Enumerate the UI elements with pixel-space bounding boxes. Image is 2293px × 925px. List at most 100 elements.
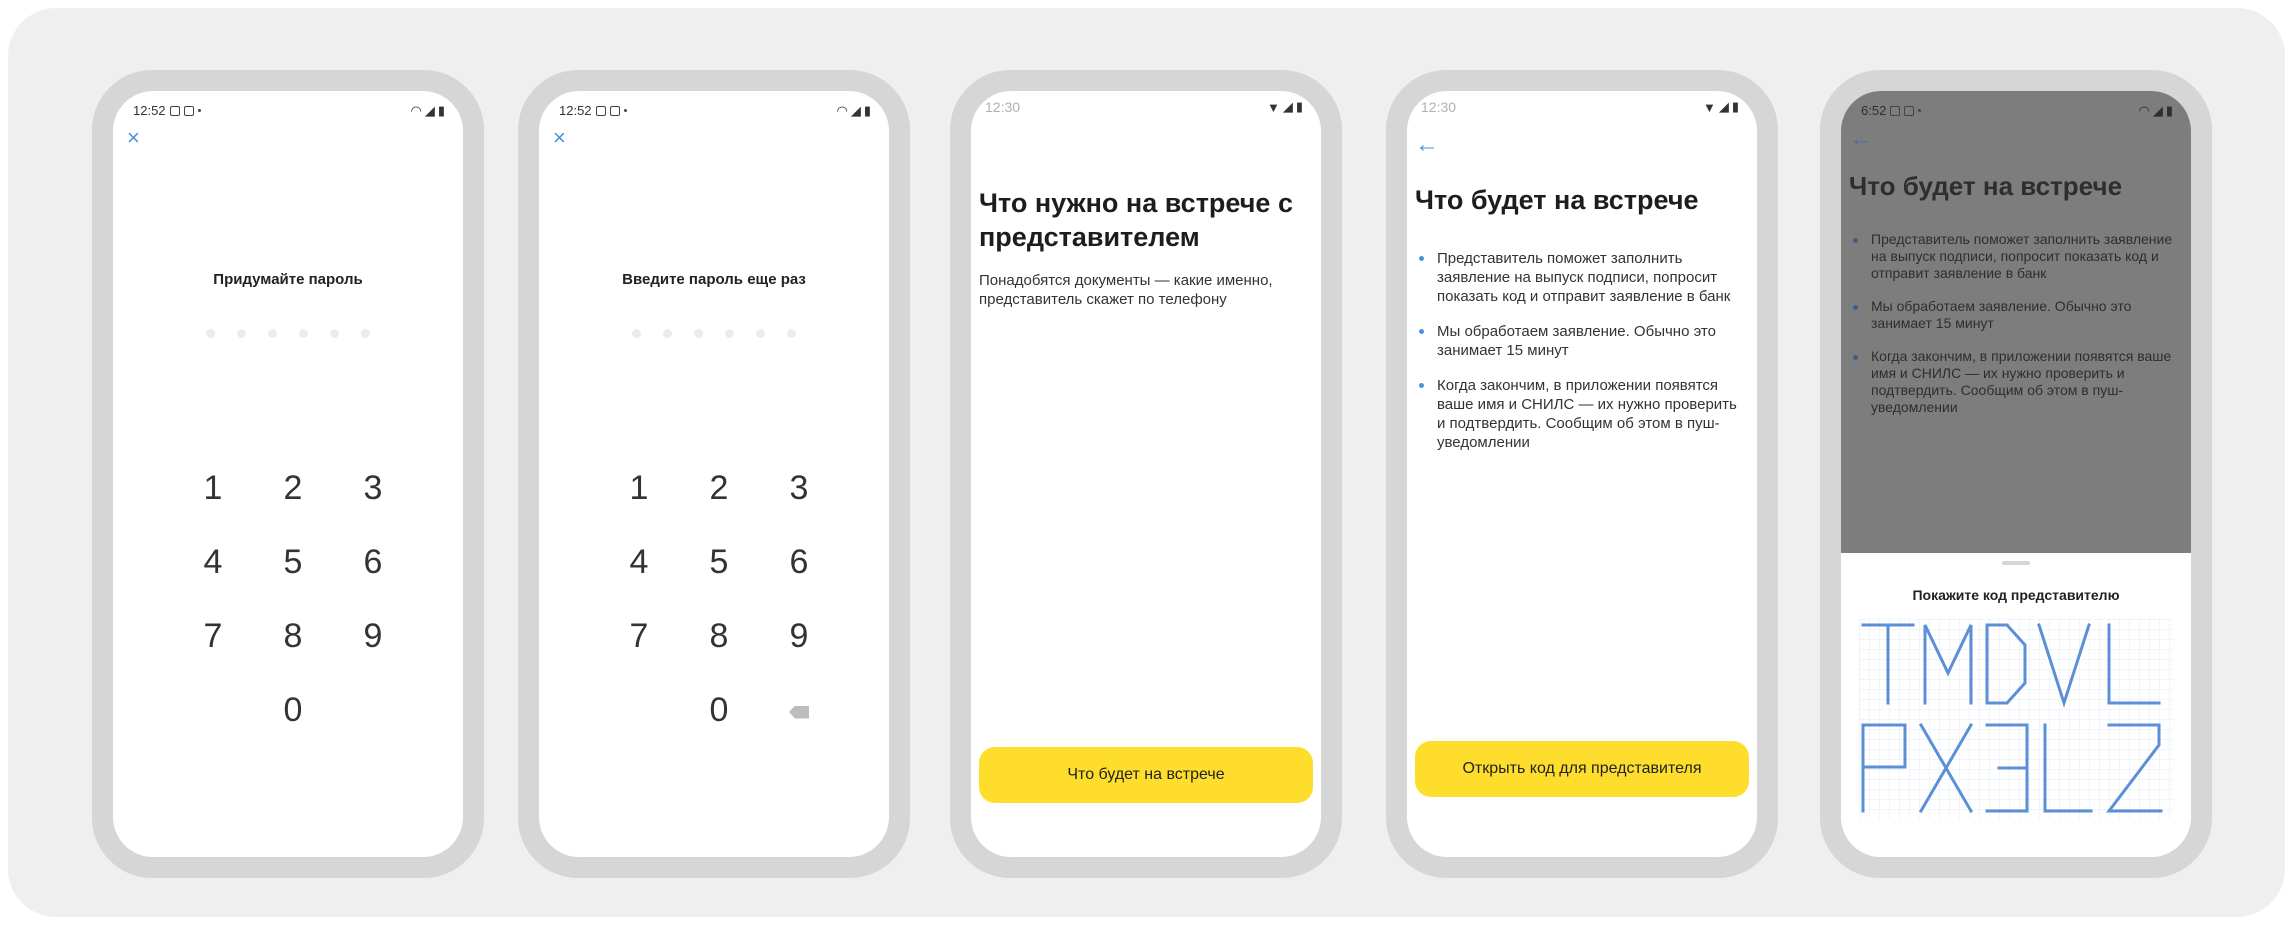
pin-dot <box>725 329 734 338</box>
key-8[interactable]: 8 <box>679 611 759 661</box>
screen: 12:30 ▼ ◢ ▮ ← Что будет на встрече Предс… <box>1407 91 1757 857</box>
what-happens-button[interactable]: Что будет на встрече <box>979 747 1313 803</box>
phone-create-password: 12:52 ◠ ◢ ▮ × Придумайте пароль 1 2 3 4 … <box>92 70 484 878</box>
key-7[interactable]: 7 <box>173 611 253 661</box>
pin-dot <box>694 329 703 338</box>
screen: 12:30 ▼ ◢ ▮ Что нужно на встрече с предс… <box>971 91 1321 857</box>
pin-dot <box>330 329 339 338</box>
battery-icon: ▮ <box>1295 99 1303 114</box>
phone-show-code: 6:52 ◠ ◢ ▮ ← Что будет на встрече Предст… <box>1820 70 2212 878</box>
pin-dot <box>756 329 765 338</box>
sheet-title: Покажите код представителю <box>1912 587 2120 603</box>
backspace-icon <box>789 705 809 719</box>
phone-repeat-password: 12:52 ◠ ◢ ▮ × Введите пароль еще раз 1 2… <box>518 70 910 878</box>
notification-icon <box>169 105 180 116</box>
screen: 12:52 ◠ ◢ ▮ × Введите пароль еще раз 1 2… <box>539 91 889 857</box>
list-item: Когда закончим, в приложении появятся ва… <box>1851 348 2179 416</box>
key-0[interactable]: 0 <box>253 685 333 735</box>
code-bottom-sheet: Покажите код представителю <box>1841 553 2191 857</box>
notification-icon <box>609 105 620 116</box>
battery-icon: ▮ <box>2165 103 2173 118</box>
key-9[interactable]: 9 <box>759 611 839 661</box>
pin-dot <box>632 329 641 338</box>
status-bar: 12:52 ◠ ◢ ▮ <box>113 91 463 125</box>
signal-icon: ◢ <box>1718 99 1729 114</box>
signal-icon: ◢ <box>424 103 435 118</box>
page-title: Что нужно на встрече с представителем <box>979 188 1293 252</box>
key-4[interactable]: 4 <box>173 537 253 587</box>
signal-icon: ◢ <box>2152 103 2163 118</box>
key-5[interactable]: 5 <box>253 537 333 587</box>
status-time: 6:52 <box>1861 103 1887 118</box>
pin-dot <box>299 329 308 338</box>
key-3[interactable]: 3 <box>759 463 839 513</box>
dot-icon <box>197 109 201 112</box>
open-code-button[interactable]: Открыть код для представителя <box>1415 741 1749 797</box>
key-0[interactable]: 0 <box>679 685 759 735</box>
status-time: 12:52 <box>133 103 166 118</box>
battery-icon: ▮ <box>437 103 445 118</box>
battery-icon: ▮ <box>1731 99 1739 114</box>
notification-icon <box>595 105 606 116</box>
page-title: Что будет на встрече <box>1849 171 2123 201</box>
list-item: Мы обработаем заявление. Обычно это зани… <box>1417 322 1745 360</box>
key-8[interactable]: 8 <box>253 611 333 661</box>
screen: 6:52 ◠ ◢ ▮ ← Что будет на встрече Предст… <box>1841 91 2191 857</box>
list-item: Когда закончим, в приложении появятся ва… <box>1417 376 1745 452</box>
pin-dot <box>787 329 796 338</box>
key-2[interactable]: 2 <box>679 463 759 513</box>
signal-icon: ◢ <box>1282 99 1293 114</box>
steps-list: Представитель поможет заполнить заявлени… <box>1851 231 2179 432</box>
pin-dot <box>663 329 672 338</box>
pin-dot <box>206 329 215 338</box>
status-bar: 12:52 ◠ ◢ ▮ <box>539 91 889 125</box>
sheet-handle[interactable] <box>2002 561 2030 565</box>
notification-icon <box>1904 105 1915 116</box>
wifi-icon: ◠ <box>836 103 848 118</box>
keypad: 1 2 3 4 5 6 7 8 9 0 <box>599 463 839 735</box>
status-time: 12:52 <box>559 103 592 118</box>
key-3[interactable]: 3 <box>333 463 413 513</box>
steps-list: Представитель поможет заполнить заявлени… <box>1417 249 1745 468</box>
wifi-icon: ▼ <box>1702 99 1716 115</box>
wifi-icon: ◠ <box>2138 103 2150 118</box>
key-9[interactable]: 9 <box>333 611 413 661</box>
notification-icon <box>183 105 194 116</box>
back-arrow-icon[interactable]: ← <box>1849 127 1873 151</box>
password-dots <box>539 329 889 338</box>
key-6[interactable]: 6 <box>759 537 839 587</box>
key-6[interactable]: 6 <box>333 537 413 587</box>
status-bar: 12:30 ▼ ◢ ▮ <box>1407 91 1757 125</box>
key-1[interactable]: 1 <box>599 463 679 513</box>
page-title: Что будет на встрече <box>1415 185 1699 215</box>
close-icon[interactable]: × <box>553 127 566 149</box>
showcase-board: 12:52 ◠ ◢ ▮ × Придумайте пароль 1 2 3 4 … <box>8 8 2285 917</box>
notification-icon <box>1890 105 1901 116</box>
key-1[interactable]: 1 <box>173 463 253 513</box>
battery-icon: ▮ <box>863 103 871 118</box>
keypad: 1 2 3 4 5 6 7 8 9 0 <box>173 463 413 735</box>
signal-icon: ◢ <box>850 103 861 118</box>
list-item: Представитель поможет заполнить заявлени… <box>1417 249 1745 306</box>
verification-code <box>1859 619 2173 819</box>
key-7[interactable]: 7 <box>599 611 679 661</box>
screen: 12:52 ◠ ◢ ▮ × Придумайте пароль 1 2 3 4 … <box>113 91 463 857</box>
phone-meeting-requirements: 12:30 ▼ ◢ ▮ Что нужно на встрече с предс… <box>950 70 1342 878</box>
wifi-icon: ◠ <box>410 103 422 118</box>
pin-dot <box>237 329 246 338</box>
wifi-icon: ▼ <box>1266 99 1280 115</box>
close-icon[interactable]: × <box>127 127 140 149</box>
key-5[interactable]: 5 <box>679 537 759 587</box>
password-dots <box>113 329 463 338</box>
dot-icon <box>623 109 627 112</box>
phone-meeting-steps: 12:30 ▼ ◢ ▮ ← Что будет на встрече Предс… <box>1386 70 1778 878</box>
key-2[interactable]: 2 <box>253 463 333 513</box>
key-4[interactable]: 4 <box>599 537 679 587</box>
pin-dot <box>361 329 370 338</box>
status-bar: 6:52 ◠ ◢ ▮ <box>1841 91 2191 125</box>
password-title: Придумайте пароль <box>213 271 363 288</box>
list-item: Мы обработаем заявление. Обычно это зани… <box>1851 298 2179 332</box>
backspace-key[interactable] <box>759 685 839 735</box>
password-title: Введите пароль еще раз <box>622 271 806 288</box>
back-arrow-icon[interactable]: ← <box>1415 133 1439 157</box>
